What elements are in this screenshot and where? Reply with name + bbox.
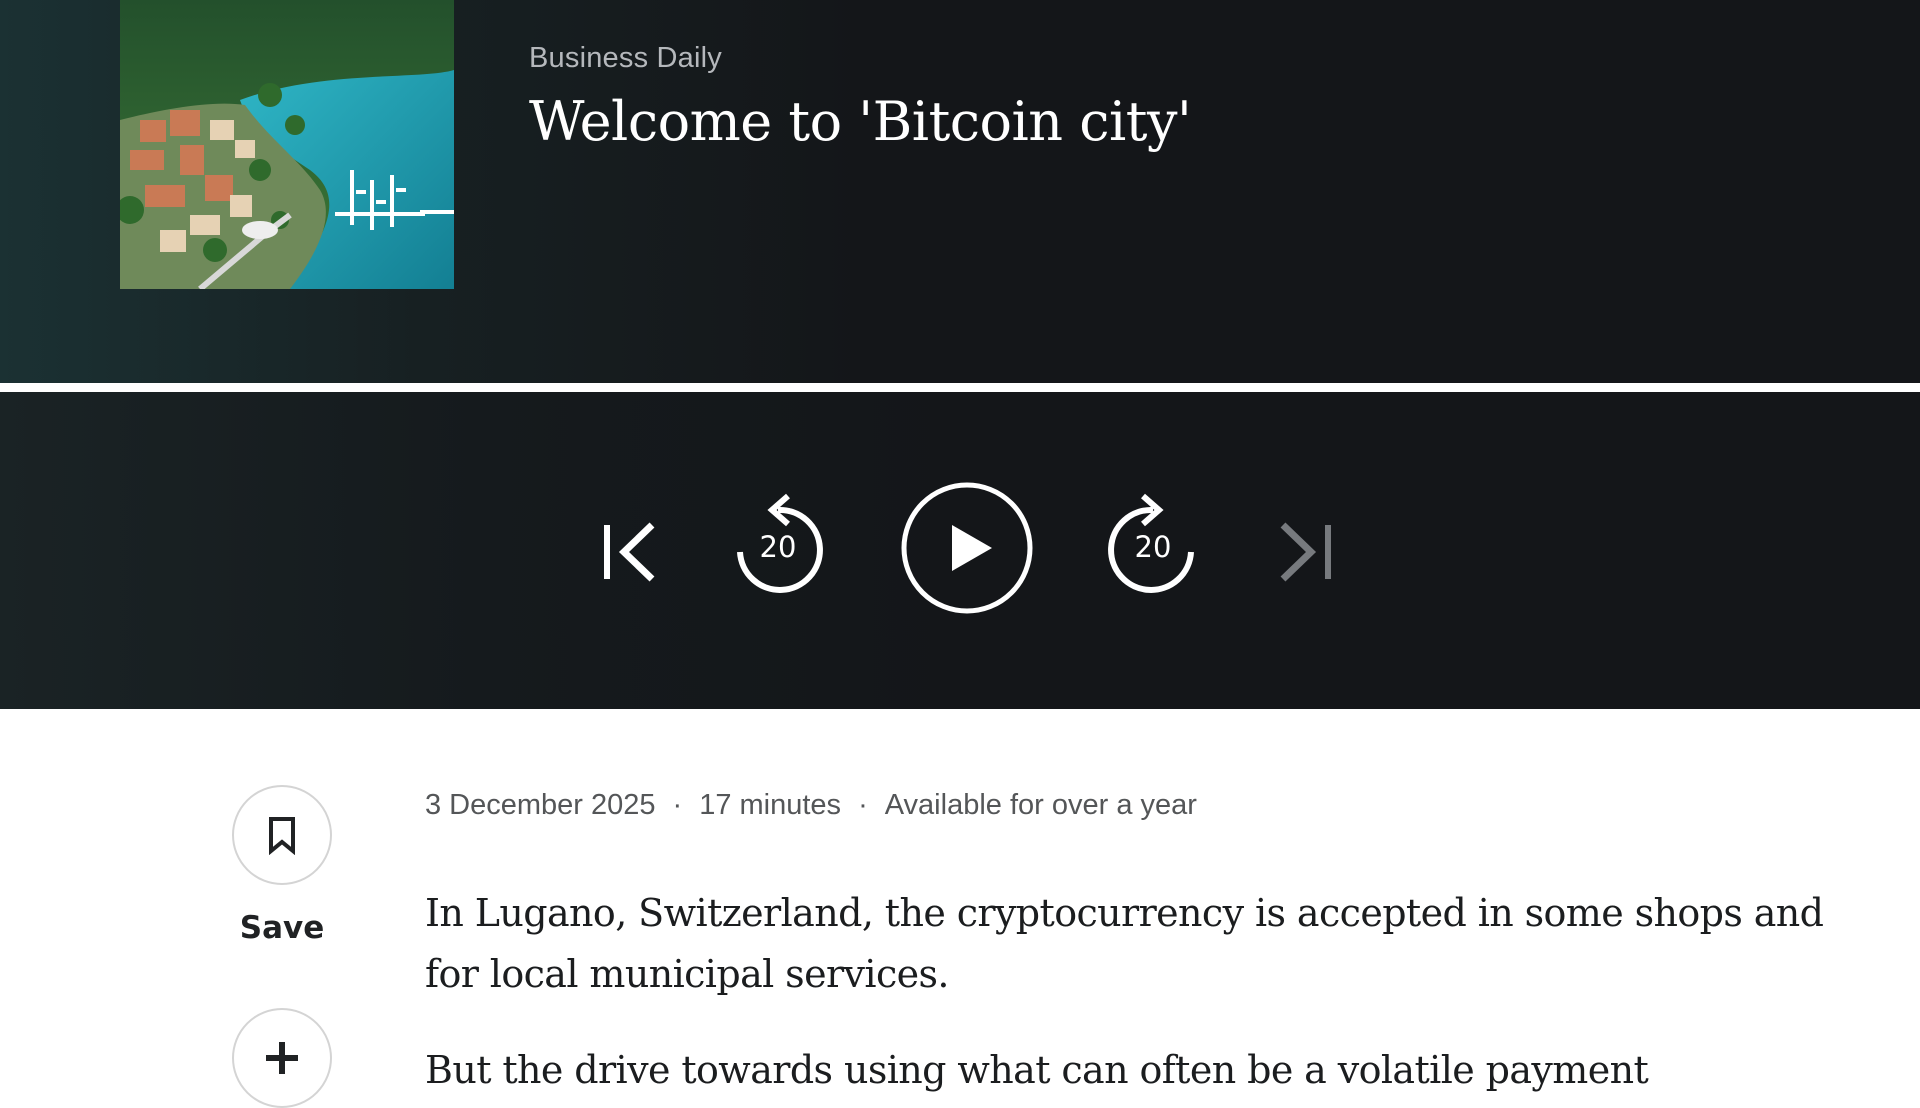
progress-fill [0, 383, 1920, 392]
rewind-20-button[interactable]: 20 [728, 490, 828, 598]
bookmark-icon [269, 817, 295, 855]
skip-previous-icon [604, 522, 655, 582]
save-button[interactable] [232, 785, 332, 885]
forward-seconds-label: 20 [1134, 530, 1172, 564]
lakeside-town-artwork [120, 0, 454, 289]
episode-description-paragraph: In Lugano, Switzerland, the cryptocurren… [425, 891, 1824, 996]
show-name[interactable]: Business Daily [529, 42, 722, 75]
episode-artwork [120, 0, 454, 289]
add-button[interactable] [232, 1008, 332, 1108]
skip-previous-button[interactable] [590, 512, 670, 592]
rewind-seconds-label: 20 [759, 530, 797, 564]
plus-icon [266, 1042, 298, 1074]
episode-meta: 3 December 2025 · 17 minutes · Available… [425, 789, 1197, 822]
episode-date: 3 December 2025 [425, 789, 656, 821]
play-button[interactable] [900, 481, 1034, 615]
episode-title: Welcome to 'Bitcoin city' [529, 90, 1192, 153]
save-label[interactable]: Save [222, 910, 342, 946]
episode-availability: Available for over a year [884, 789, 1197, 821]
skip-next-icon [1280, 522, 1331, 582]
episode-duration: 17 minutes [699, 789, 842, 821]
meta-separator: · [672, 789, 683, 821]
play-icon [901, 482, 1033, 614]
episode-header: Business Daily Welcome to 'Bitcoin city' [0, 0, 1920, 383]
episode-description-paragraph: But the drive towards using what can oft… [425, 1048, 1649, 1092]
forward-20-button[interactable]: 20 [1103, 490, 1203, 598]
playback-progress-bar[interactable] [0, 383, 1920, 392]
player-controls: 20 20 [0, 392, 1920, 709]
skip-next-button[interactable] [1265, 512, 1345, 592]
meta-separator: · [858, 789, 868, 821]
